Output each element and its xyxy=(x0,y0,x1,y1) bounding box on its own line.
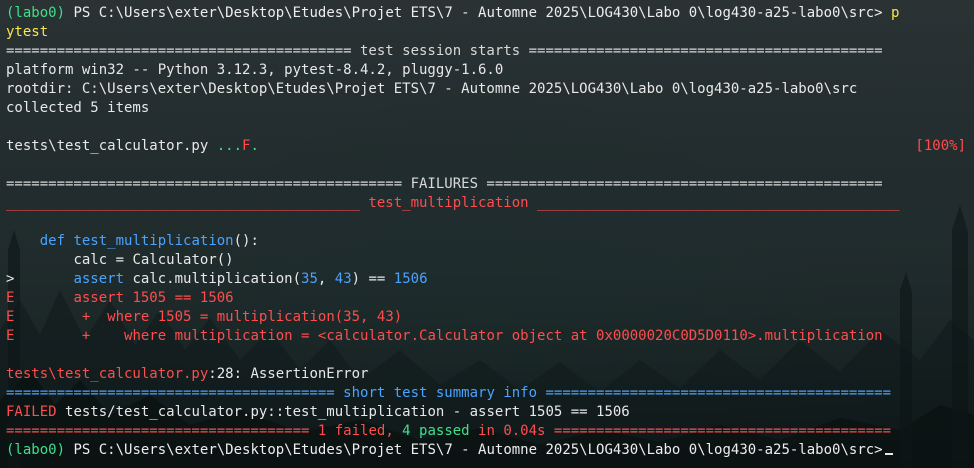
assert-expected: 1506 xyxy=(393,271,428,287)
error-line-3: E + where multiplication = <calculator.C… xyxy=(6,327,968,346)
failures-header: ========================================… xyxy=(6,176,883,192)
result-sep-right: ======================================== xyxy=(545,423,892,439)
summary-sep-right: ========================================… xyxy=(537,385,892,401)
summary-title: short test summary info xyxy=(343,385,538,401)
platform-line: platform win32 -- Python 3.12.3, pytest-… xyxy=(6,62,504,78)
summary-sep-left: ======================================= xyxy=(6,385,344,401)
error-text-3: + where multiplication = <calculator.Cal… xyxy=(73,328,883,344)
code-def-line: def test_multiplication(): xyxy=(6,232,968,251)
passed-dot: . xyxy=(250,138,259,154)
final-prompt-env: (labo0) xyxy=(6,442,66,458)
text-cursor xyxy=(884,453,893,455)
assert-call: calc.multiplication( xyxy=(132,271,302,287)
command-text-start: p xyxy=(891,5,900,21)
error-line-2: E + where 1505 = multiplication(35, 43) xyxy=(6,308,968,327)
assert-arg-1: 35 xyxy=(301,271,318,287)
assert-comma: , xyxy=(317,271,335,287)
terminal-window[interactable]: (labo0) PS C:\Users\exter\Desktop\Etudes… xyxy=(0,0,974,468)
final-prompt-path: PS C:\Users\exter\Desktop\Etudes\Projet … xyxy=(73,442,883,458)
assert-arg-2: 43 xyxy=(334,271,352,287)
prompt-env: (labo0) xyxy=(6,5,66,21)
error-marker: E xyxy=(6,290,15,306)
prompt-path: PS C:\Users\exter\Desktop\Etudes\Projet … xyxy=(73,5,883,21)
session-header: ========================================… xyxy=(6,43,883,59)
traceback-line: tests\test_calculator.py:28: AssertionEr… xyxy=(6,365,968,384)
failed-detail: tests/test_calculator.py::test_multiplic… xyxy=(65,404,630,420)
result-comma: , xyxy=(385,423,403,439)
error-text-2: + where 1505 = multiplication(35, 43) xyxy=(73,309,403,325)
error-marker: E xyxy=(6,309,15,325)
summary-header: ======================================= … xyxy=(6,384,968,403)
progress-percent: [100%] xyxy=(915,138,966,154)
test-progress-line: tests\test_calculator.py ...F. [100%] xyxy=(6,137,968,156)
collected-line: collected 5 items xyxy=(6,100,150,116)
result-passed-count: 4 passed xyxy=(402,423,470,439)
failed-summary-line: FAILED tests/test_calculator.py::test_mu… xyxy=(6,403,968,422)
traceback-file: tests\test_calculator.py xyxy=(6,366,209,382)
test-file-name: tests\test_calculator.py xyxy=(6,138,209,154)
error-text-1: assert 1505 == 1506 xyxy=(73,290,234,306)
error-line-1: E assert 1505 == 1506 xyxy=(6,289,968,308)
traceback-location: :28: AssertionError xyxy=(208,366,369,382)
result-sep-left: ==================================== xyxy=(6,423,318,439)
failing-line-marker: > xyxy=(6,271,15,287)
command-text-end: ytest xyxy=(6,24,49,40)
code-assert-line: > assert calc.multiplication(35, 43) == … xyxy=(6,270,968,289)
assert-compare: ) == xyxy=(351,271,386,287)
code-calc-line: calc = Calculator() xyxy=(6,251,968,270)
result-failed-count: 1 failed xyxy=(317,423,386,439)
terminal-output: (labo0) PS C:\Users\exter\Desktop\Etudes… xyxy=(6,4,968,460)
failed-label: FAILED xyxy=(6,404,57,420)
assert-keyword: assert xyxy=(73,271,125,287)
failed-test-header: ________________________________________… xyxy=(6,195,900,211)
function-name: test_multiplication xyxy=(73,233,234,249)
def-parens: (): xyxy=(233,233,259,249)
final-prompt-line[interactable]: (labo0) PS C:\Users\exter\Desktop\Etudes… xyxy=(6,441,968,460)
calc-statement: calc = Calculator() xyxy=(73,252,234,268)
command-line-wrap: ytest xyxy=(6,23,968,42)
prompt-line: (labo0) PS C:\Users\exter\Desktop\Etudes… xyxy=(6,4,968,23)
rootdir-line: rootdir: C:\Users\exter\Desktop\Etudes\P… xyxy=(6,81,858,97)
def-keyword: def xyxy=(39,233,66,249)
passed-dots: ... xyxy=(216,138,243,154)
error-marker: E xyxy=(6,328,15,344)
result-line: ==================================== 1 f… xyxy=(6,422,968,441)
result-duration: in 0.04s xyxy=(469,423,546,439)
